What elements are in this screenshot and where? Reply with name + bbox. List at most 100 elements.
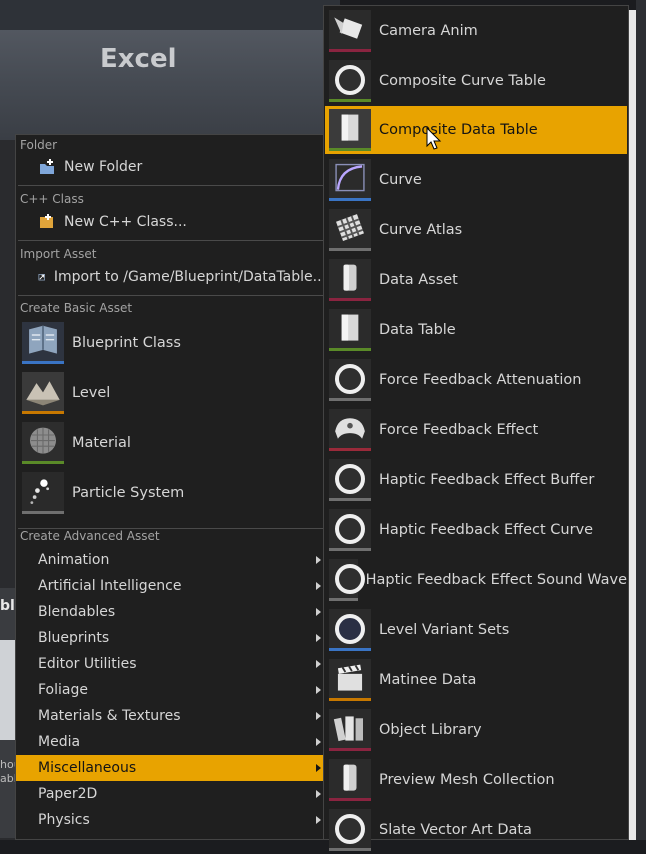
blueprint-class-item[interactable]: Blueprint Class — [16, 320, 326, 366]
blueprint-class-icon — [22, 322, 64, 364]
camera-anim-icon — [329, 10, 371, 52]
slate-vector-art-data-item[interactable]: Slate Vector Art Data — [325, 806, 627, 854]
composite-data-table-label: Composite Data Table — [379, 122, 538, 138]
category-label: Physics — [38, 812, 90, 828]
preview-mesh-collection-icon — [329, 759, 371, 801]
section-header-import-asset: Import Asset — [20, 247, 97, 261]
level-variant-sets-icon — [329, 609, 371, 651]
force-feedback-attenuation-label: Force Feedback Attenuation — [379, 372, 582, 388]
haptic-feedback-effect-curve-item[interactable]: Haptic Feedback Effect Curve — [325, 506, 627, 554]
section-header-cpp-class: C++ Class — [20, 192, 84, 206]
camera-anim-item[interactable]: Camera Anim — [325, 7, 627, 55]
haptic-sound-wave-label: Haptic Feedback Effect Sound Wave — [365, 572, 627, 588]
category-media[interactable]: Media — [16, 729, 326, 755]
category-label: Materials & Textures — [38, 708, 181, 724]
curve-atlas-item[interactable]: Curve Atlas — [325, 206, 627, 254]
import-asset-label: Import to /Game/Blueprint/DataTable... — [53, 269, 326, 285]
viewport-toolbar-strip — [0, 0, 340, 30]
curve-atlas-label: Curve Atlas — [379, 222, 463, 238]
camera-anim-label: Camera Anim — [379, 23, 478, 39]
section-divider — [18, 295, 324, 296]
matinee-data-icon — [329, 659, 371, 701]
new-folder-item[interactable]: New Folder — [16, 156, 326, 178]
level-label: Level — [72, 385, 111, 401]
section-divider — [18, 240, 324, 241]
data-table-item[interactable]: Data Table — [325, 306, 627, 354]
background-panel-light — [0, 640, 16, 740]
submenu-arrow-icon — [316, 816, 321, 824]
section-header-create-advanced-asset: Create Advanced Asset — [20, 529, 160, 543]
haptic-feedback-effect-sound-wave-item[interactable]: Haptic Feedback Effect Sound Wave — [325, 556, 627, 604]
submenu-arrow-icon — [316, 556, 321, 564]
composite-data-table-item[interactable]: Composite Data Table — [325, 106, 627, 154]
composite-data-table-icon — [329, 109, 371, 151]
category-paper2d[interactable]: Paper2D — [16, 781, 326, 807]
mouse-cursor-icon — [426, 127, 442, 150]
composite-curve-table-icon — [329, 60, 371, 102]
category-label: Editor Utilities — [38, 656, 137, 672]
matinee-data-item[interactable]: Matinee Data — [325, 656, 627, 704]
submenu-arrow-icon — [316, 582, 321, 590]
matinee-data-label: Matinee Data — [379, 672, 477, 688]
material-label: Material — [72, 435, 131, 451]
editor-viewport: Excel — [0, 0, 340, 140]
curve-icon — [329, 159, 371, 201]
miscellaneous-submenu: Camera Anim Composite Curve Table Compos… — [323, 5, 629, 851]
data-asset-item[interactable]: Data Asset — [325, 256, 627, 304]
force-feedback-effect-label: Force Feedback Effect — [379, 422, 539, 438]
category-blendables[interactable]: Blendables — [16, 599, 326, 625]
new-cpp-class-item[interactable]: New C++ Class... — [16, 211, 326, 233]
new-folder-icon — [40, 159, 54, 174]
cpp-class-icon — [40, 214, 53, 228]
level-item[interactable]: Level — [16, 370, 326, 416]
category-miscellaneous[interactable]: Miscellaneous — [16, 755, 326, 781]
haptic-feedback-effect-buffer-item[interactable]: Haptic Feedback Effect Buffer — [325, 456, 627, 504]
data-table-icon — [329, 309, 371, 351]
import-asset-item[interactable]: Import to /Game/Blueprint/DataTable... — [16, 266, 326, 288]
category-animation[interactable]: Animation — [16, 547, 326, 573]
right-panel-edge — [636, 0, 646, 840]
submenu-arrow-icon — [316, 686, 321, 694]
object-library-icon — [329, 709, 371, 751]
viewport-text-excel: Excel — [100, 44, 177, 74]
category-foliage[interactable]: Foliage — [16, 677, 326, 703]
curve-item[interactable]: Curve — [325, 156, 627, 204]
submenu-arrow-icon — [316, 608, 321, 616]
category-blueprints[interactable]: Blueprints — [16, 625, 326, 651]
object-library-label: Object Library — [379, 722, 482, 738]
section-header-create-basic-asset: Create Basic Asset — [20, 301, 133, 315]
composite-curve-table-item[interactable]: Composite Curve Table — [325, 57, 627, 105]
submenu-arrow-icon — [316, 790, 321, 798]
level-icon — [22, 372, 64, 414]
category-label: Artificial Intelligence — [38, 578, 182, 594]
category-label: Blueprints — [38, 630, 110, 646]
particle-system-icon — [22, 472, 64, 514]
level-variant-sets-item[interactable]: Level Variant Sets — [325, 606, 627, 654]
category-materials-textures[interactable]: Materials & Textures — [16, 703, 326, 729]
category-artificial-intelligence[interactable]: Artificial Intelligence — [16, 573, 326, 599]
particle-system-label: Particle System — [72, 485, 185, 501]
submenu-arrow-icon — [316, 660, 321, 668]
haptic-curve-label: Haptic Feedback Effect Curve — [379, 522, 594, 538]
object-library-item[interactable]: Object Library — [325, 706, 627, 754]
new-folder-label: New Folder — [64, 159, 143, 175]
submenu-arrow-icon — [316, 738, 321, 746]
material-icon — [22, 422, 64, 464]
force-feedback-effect-item[interactable]: Force Feedback Effect — [325, 406, 627, 454]
particle-system-item[interactable]: Particle System — [16, 470, 326, 516]
import-icon — [38, 274, 45, 281]
new-cpp-class-label: New C++ Class... — [64, 214, 187, 230]
category-label: Miscellaneous — [38, 760, 137, 776]
category-editor-utilities[interactable]: Editor Utilities — [16, 651, 326, 677]
composite-curve-table-label: Composite Curve Table — [379, 73, 546, 89]
curve-atlas-icon — [329, 209, 371, 251]
material-item[interactable]: Material — [16, 420, 326, 466]
blueprint-class-label: Blueprint Class — [72, 335, 181, 351]
section-header-folder: Folder — [20, 138, 58, 152]
preview-mesh-collection-item[interactable]: Preview Mesh Collection — [325, 756, 627, 804]
data-table-label: Data Table — [379, 322, 456, 338]
haptic-buffer-icon — [329, 459, 371, 501]
force-feedback-attenuation-item[interactable]: Force Feedback Attenuation — [325, 356, 627, 404]
category-physics[interactable]: Physics — [16, 807, 326, 833]
curve-label: Curve — [379, 172, 422, 188]
